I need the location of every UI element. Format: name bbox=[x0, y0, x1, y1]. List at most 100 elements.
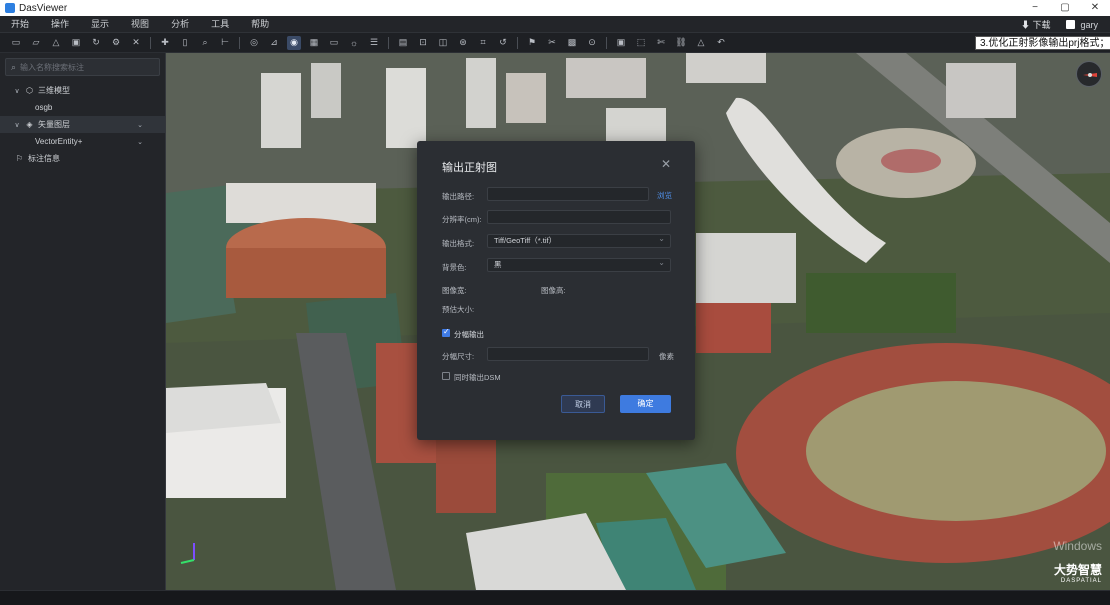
monitor-icon[interactable]: ▭ bbox=[327, 36, 341, 50]
image-icon[interactable]: ▩ bbox=[565, 36, 579, 50]
menu-help[interactable]: 帮助 bbox=[240, 16, 280, 33]
background-color-label: 背景色: bbox=[442, 263, 467, 272]
output-format-label: 输出格式: bbox=[442, 239, 475, 248]
list-icon[interactable]: ☰ bbox=[367, 36, 381, 50]
layer-sidebar: ⌕ ∨ ⬡ 三维模型 osgb ∨ ◈ 矢量图层 ⌄ VectorEntity+… bbox=[0, 53, 166, 590]
resolution-input[interactable] bbox=[487, 210, 671, 224]
flag-icon[interactable]: ⚑ bbox=[525, 36, 539, 50]
menu-start[interactable]: 开始 bbox=[0, 16, 40, 33]
split-output-checkbox[interactable] bbox=[442, 327, 450, 337]
ok-button[interactable]: 确定 bbox=[620, 395, 671, 413]
chevron-down-icon[interactable]: ∨ bbox=[12, 121, 22, 129]
target-icon[interactable]: ◉ bbox=[287, 35, 301, 50]
camera-icon[interactable]: ⊛ bbox=[456, 36, 470, 50]
download-button[interactable]: ⬇ 下载 bbox=[1021, 18, 1051, 31]
cancel-button[interactable]: 取消 bbox=[561, 395, 605, 413]
output-dsm-label: 同时输出DSM bbox=[454, 373, 501, 382]
menu-operate[interactable]: 操作 bbox=[40, 16, 80, 33]
frame-icon[interactable]: ◫ bbox=[436, 36, 450, 50]
output-path-label: 输出路径: bbox=[442, 192, 475, 201]
chevron-down-icon[interactable]: ⌄ bbox=[137, 138, 143, 146]
save-icon[interactable]: ▣ bbox=[69, 36, 83, 50]
toolbar-separator bbox=[239, 36, 240, 49]
brand-name: 大势智慧 bbox=[1053, 563, 1102, 577]
browse-link[interactable]: 浏览 bbox=[657, 190, 672, 201]
chevron-down-icon[interactable]: ⌄ bbox=[137, 121, 143, 129]
output-format-select[interactable]: Tiff/GeoTiff（*.tif） bbox=[487, 233, 671, 248]
toolbar-separator bbox=[150, 36, 151, 49]
measure-icon[interactable]: ⊢ bbox=[218, 36, 232, 50]
menu-right: ⬇ 下载 gary bbox=[1021, 16, 1098, 33]
app-root: DasViewer − ▢ ✕ 开始 操作 显示 视图 分析 工具 帮助 ⬇ 下… bbox=[0, 0, 1110, 605]
tree-item-annotation[interactable]: ⚐ 标注信息 bbox=[0, 150, 165, 167]
window-title: DasViewer bbox=[19, 2, 68, 14]
rotate-icon[interactable]: ↺ bbox=[496, 36, 510, 50]
tree-item-3d-model[interactable]: ∨ ⬡ 三维模型 bbox=[0, 82, 165, 99]
resolution-label: 分辨率(cm): bbox=[442, 215, 482, 224]
image-height-label: 图像高: bbox=[541, 286, 566, 295]
upload-icon[interactable]: △ bbox=[49, 36, 63, 50]
menu-view[interactable]: 视图 bbox=[120, 16, 160, 33]
pin-icon[interactable]: ⊙ bbox=[585, 36, 599, 50]
os-watermark: Windows bbox=[1053, 539, 1102, 553]
tree-item-label: osgb bbox=[35, 103, 53, 112]
user-name[interactable]: gary bbox=[1080, 20, 1098, 30]
cut-icon[interactable]: ✄ bbox=[654, 36, 668, 50]
menu-analysis[interactable]: 分析 bbox=[160, 16, 200, 33]
export-ortho-dialog: 输出正射图 ✕ 输出路径: 浏览 分辨率(cm): 输出格式: Tiff/Geo… bbox=[417, 141, 695, 440]
move-icon[interactable]: ✚ bbox=[158, 36, 172, 50]
tree-item-label: 矢量图层 bbox=[38, 120, 70, 129]
minimize-button[interactable]: − bbox=[1020, 0, 1050, 16]
search-icon: ⌕ bbox=[11, 61, 17, 72]
toolbar: ▭ ▱ △ ▣ ↻ ⚙ ✕ ✚ ▯ ⌕ ⊢ ◎ ⊿ ◉ ▦ ▭ ☼ ☰ ▤ ⊡ … bbox=[0, 33, 1110, 53]
tile-size-input[interactable] bbox=[487, 347, 649, 361]
sun-icon[interactable]: ☼ bbox=[347, 36, 361, 50]
tree-item-osgb[interactable]: osgb bbox=[0, 99, 165, 116]
user-avatar[interactable] bbox=[1066, 20, 1076, 29]
scissors-icon[interactable]: ✂ bbox=[545, 36, 559, 50]
close-window-button[interactable]: ✕ bbox=[1080, 0, 1110, 16]
mountain-icon[interactable]: △ bbox=[694, 36, 708, 50]
settings-icon[interactable]: ⚙ bbox=[109, 36, 123, 50]
search-input[interactable] bbox=[20, 62, 151, 72]
estimated-size-label: 预估大小: bbox=[442, 305, 475, 314]
background-color-select[interactable]: 黑 bbox=[487, 257, 671, 272]
crop-icon[interactable]: ⌗ bbox=[476, 36, 490, 50]
grid-icon[interactable]: ▦ bbox=[307, 36, 321, 50]
menu-display[interactable]: 显示 bbox=[80, 16, 120, 33]
close-icon[interactable]: ✕ bbox=[661, 157, 671, 171]
tree-item-label: VectorEntity+ bbox=[35, 137, 83, 146]
compass-widget[interactable] bbox=[1076, 61, 1102, 87]
open-folder-icon[interactable]: ▱ bbox=[29, 36, 43, 50]
tree-item-vector-layer[interactable]: ∨ ◈ 矢量图层 ⌄ bbox=[0, 116, 165, 133]
focus-icon[interactable]: ⊡ bbox=[416, 36, 430, 50]
title-bar: DasViewer − ▢ ✕ bbox=[0, 0, 1110, 16]
status-bar bbox=[0, 590, 1110, 605]
align-icon[interactable]: ▤ bbox=[396, 36, 410, 50]
split-output-label: 分幅输出 bbox=[454, 330, 484, 339]
toolbar-separator bbox=[517, 36, 518, 49]
close-icon[interactable]: ✕ bbox=[129, 36, 143, 50]
tree-item-label: 标注信息 bbox=[28, 154, 60, 163]
select-icon[interactable]: ▯ bbox=[178, 36, 192, 50]
maximize-button[interactable]: ▢ bbox=[1050, 0, 1080, 16]
image-width-label: 图像宽: bbox=[442, 286, 467, 295]
tree-item-vector-entity[interactable]: VectorEntity+ ⌄ bbox=[0, 133, 165, 150]
chevron-down-icon[interactable]: ∨ bbox=[12, 87, 22, 95]
new-doc-icon[interactable]: ▭ bbox=[9, 36, 23, 50]
cube-icon[interactable]: ⬚ bbox=[634, 36, 648, 50]
output-path-input[interactable] bbox=[487, 187, 649, 201]
layer-icon[interactable]: ◎ bbox=[247, 36, 261, 50]
rotate-left-icon[interactable]: ↶ bbox=[714, 36, 728, 50]
menu-tools[interactable]: 工具 bbox=[200, 16, 240, 33]
search-box: ⌕ bbox=[5, 58, 160, 76]
zoom-icon[interactable]: ⌕ bbox=[198, 36, 212, 50]
tile-unit-label: 像素 bbox=[659, 352, 674, 361]
brand-watermark: Windows 大势智慧 DASPATIAL bbox=[1053, 539, 1102, 584]
box-icon[interactable]: ▣ bbox=[614, 36, 628, 50]
app-logo-icon bbox=[5, 3, 15, 13]
triangle-icon[interactable]: ⊿ bbox=[267, 36, 281, 50]
output-dsm-checkbox[interactable] bbox=[442, 372, 450, 380]
link-icon[interactable]: ⛓ bbox=[674, 36, 688, 50]
refresh-icon[interactable]: ↻ bbox=[89, 36, 103, 50]
